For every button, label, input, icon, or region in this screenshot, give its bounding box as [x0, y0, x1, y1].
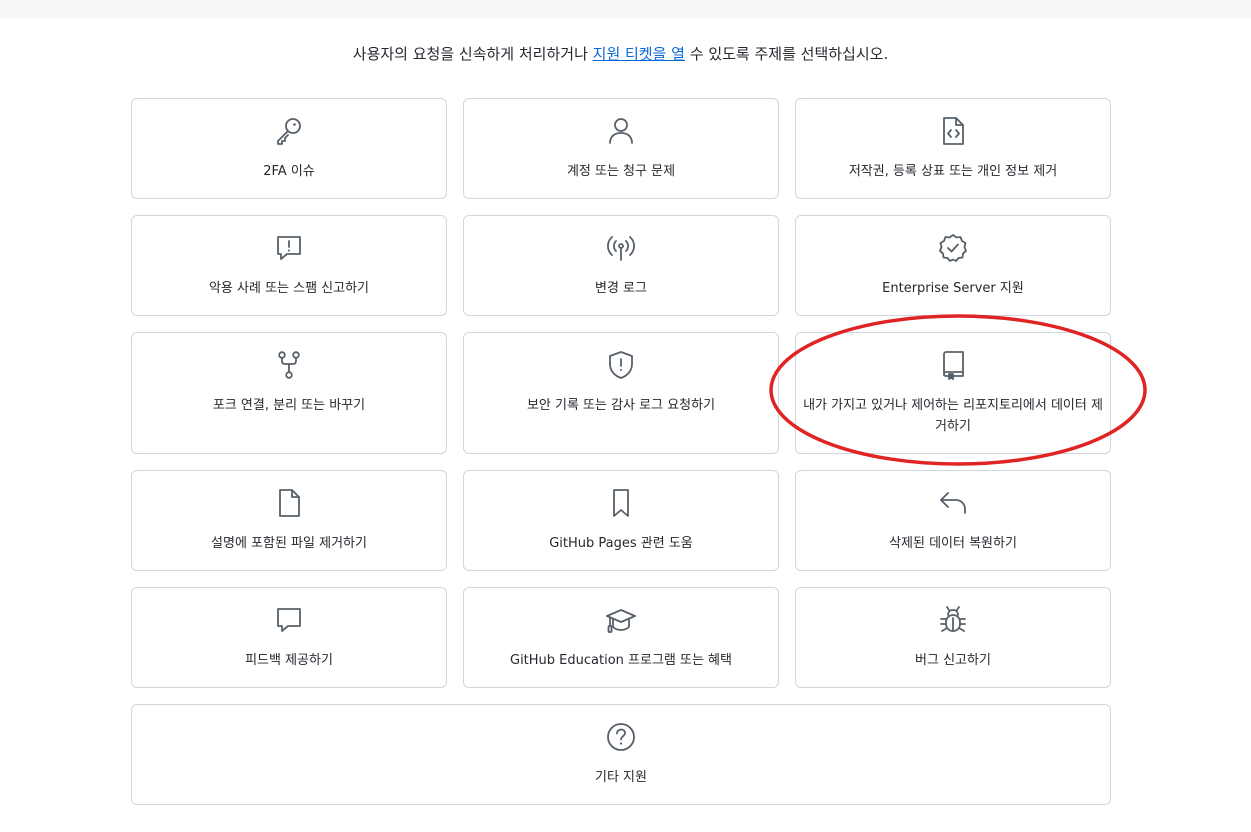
topic-card-embedded-file-removal[interactable]: 설명에 포함된 파일 제거하기	[131, 470, 447, 571]
topic-card-changelog[interactable]: 변경 로그	[463, 215, 779, 316]
topic-card-fork[interactable]: 포크 연결, 분리 또는 바꾸기	[131, 332, 447, 454]
topic-card-copyright-removal[interactable]: 저작권, 등록 상표 또는 개인 정보 제거	[795, 98, 1111, 199]
topic-card-abuse-spam[interactable]: 악용 사례 또는 스팸 신고하기	[131, 215, 447, 316]
topic-card-account-billing[interactable]: 계정 또는 청구 문제	[463, 98, 779, 199]
topic-label: 기타 지원	[595, 770, 647, 785]
topic-label: Enterprise Server 지원	[882, 281, 1024, 296]
topic-label: 변경 로그	[595, 281, 647, 296]
topic-label: 버그 신고하기	[915, 653, 991, 668]
topic-label: 피드백 제공하기	[245, 653, 333, 668]
intro-before: 사용자의 요청을 신속하게 처리하거나	[352, 45, 593, 63]
bug-icon	[937, 604, 969, 636]
person-icon	[605, 115, 637, 147]
topic-label: 보안 기록 또는 감사 로그 요청하기	[526, 398, 716, 413]
topic-card-security-log[interactable]: 보안 기록 또는 감사 로그 요청하기	[463, 332, 779, 454]
topic-label: 설명에 포함된 파일 제거하기	[211, 536, 367, 551]
repo-icon	[937, 349, 969, 381]
comment-icon	[273, 604, 305, 636]
topic-card-github-pages[interactable]: GitHub Pages 관련 도움	[463, 470, 779, 571]
broadcast-icon	[605, 232, 637, 264]
topic-label: 삭제된 데이터 복원하기	[889, 536, 1017, 551]
topic-card-2fa[interactable]: 2FA 이슈	[131, 98, 447, 199]
intro-after: 수 있도록 주제를 선택하십시오.	[684, 45, 889, 63]
topic-card-repo-data-removal[interactable]: 내가 가지고 있거나 제어하는 리포지토리에서 데이터 제거하기	[795, 332, 1111, 454]
open-support-ticket-link[interactable]: 지원 티켓을 열	[593, 45, 685, 63]
shield-icon	[605, 349, 637, 381]
topic-card-feedback[interactable]: 피드백 제공하기	[131, 587, 447, 688]
mortar-board-icon	[605, 604, 637, 636]
topic-label: 악용 사례 또는 스팸 신고하기	[208, 281, 370, 296]
topic-card-restore-data[interactable]: 삭제된 데이터 복원하기	[795, 470, 1111, 571]
file-icon	[273, 487, 305, 519]
report-icon	[273, 232, 305, 264]
key-icon	[273, 115, 305, 147]
intro-text: 사용자의 요청을 신속하게 처리하거나 지원 티켓을 열 수 있도록 주제를 선…	[0, 42, 1241, 66]
topic-card-enterprise-server[interactable]: Enterprise Server 지원	[795, 215, 1111, 316]
topic-label: GitHub Education 프로그램 또는 혜택	[510, 653, 732, 668]
topic-label: 내가 가지고 있거나 제어하는 리포지토리에서 데이터 제거하기	[803, 398, 1103, 434]
top-bar	[0, 0, 1251, 18]
bookmark-icon	[605, 487, 637, 519]
topic-label: GitHub Pages 관련 도움	[549, 536, 693, 551]
file-code-icon	[937, 115, 969, 147]
reply-icon	[937, 487, 969, 519]
topic-card-other-support[interactable]: 기타 지원	[131, 704, 1111, 805]
topic-label: 2FA 이슈	[263, 164, 315, 179]
topic-label: 포크 연결, 분리 또는 바꾸기	[212, 398, 366, 413]
question-icon	[605, 721, 637, 753]
topic-label: 계정 또는 청구 문제	[566, 164, 676, 179]
topic-card-github-education[interactable]: GitHub Education 프로그램 또는 혜택	[463, 587, 779, 688]
topic-card-bug-report[interactable]: 버그 신고하기	[795, 587, 1111, 688]
topic-label: 저작권, 등록 상표 또는 개인 정보 제거	[848, 164, 1058, 179]
repo-forked-icon	[273, 349, 305, 381]
verified-icon	[937, 232, 969, 264]
